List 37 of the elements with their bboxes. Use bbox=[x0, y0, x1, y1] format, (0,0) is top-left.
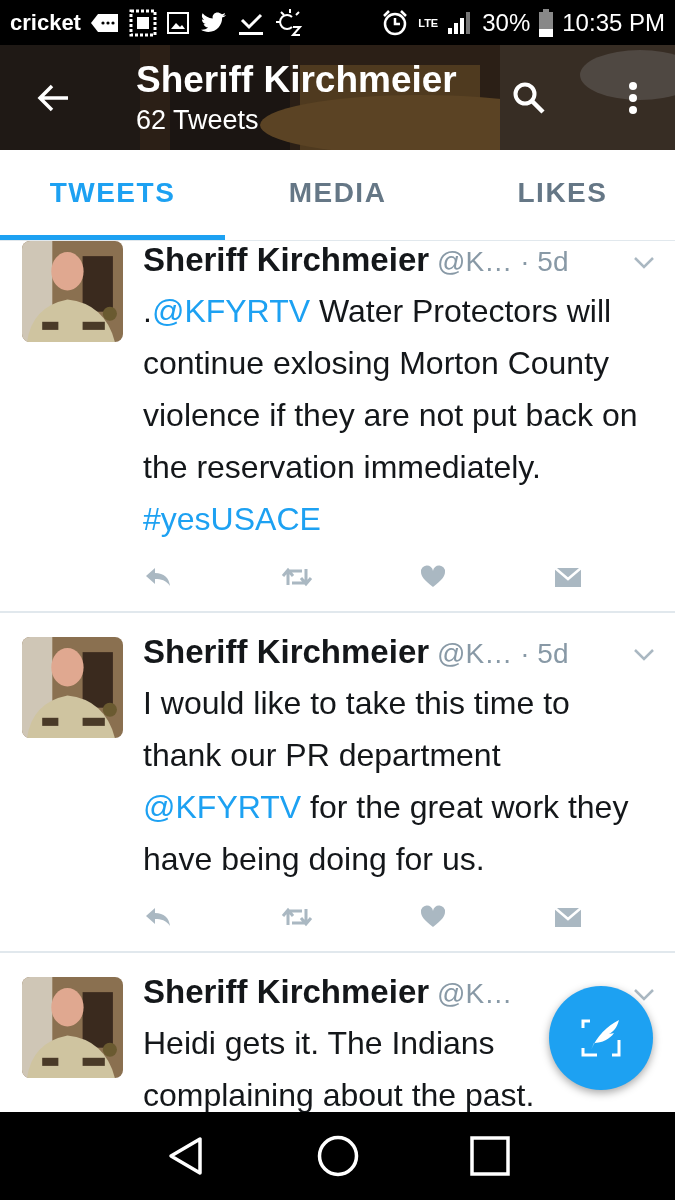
heart-icon[interactable] bbox=[420, 905, 447, 929]
app-icon bbox=[128, 8, 157, 37]
search-icon[interactable] bbox=[512, 80, 546, 115]
home-icon[interactable] bbox=[316, 1135, 359, 1177]
recents-icon[interactable] bbox=[469, 1136, 510, 1176]
author-name: Sheriff Kirchmeier bbox=[143, 973, 430, 1011]
author-handle: @K… bbox=[437, 638, 513, 670]
author-name: Sheriff Kirchmeier bbox=[143, 241, 430, 279]
author-name: Sheriff Kirchmeier bbox=[143, 633, 430, 671]
tweet-link[interactable]: @KFYRTV bbox=[143, 789, 302, 825]
caret-icon[interactable] bbox=[633, 648, 655, 662]
clock: 10:35 PM bbox=[562, 8, 665, 37]
menu-icon[interactable] bbox=[628, 80, 638, 115]
tweet-link[interactable]: #yesUSACE bbox=[143, 501, 321, 537]
author-handle: @K… bbox=[437, 246, 513, 278]
tweet-text: I would like to take this time to thank our PR department @KFYRTV for the great work they have being doing for us. bbox=[143, 684, 630, 879]
retweet-icon[interactable] bbox=[279, 565, 314, 589]
tweet-time: · 5d bbox=[520, 638, 569, 670]
tweet-count: 62 Tweets bbox=[136, 103, 260, 137]
profile-name: Sheriff Kirchmeier bbox=[136, 57, 458, 102]
retweet-icon[interactable] bbox=[279, 905, 314, 929]
heart-icon[interactable] bbox=[420, 565, 447, 589]
network-label: LTE bbox=[418, 16, 439, 29]
caret-icon[interactable] bbox=[633, 256, 655, 270]
caret-icon[interactable] bbox=[633, 988, 655, 1002]
tweet-link[interactable]: @KFYRTV bbox=[151, 293, 311, 329]
carrier-name: cricket bbox=[10, 9, 81, 36]
tweet-text: .@KFYRTV Water Protectors will continue exlosing Morton County violence if they are not put back on the reservation immediately. #yesUSACE bbox=[143, 292, 639, 539]
tweet-time: · 5d bbox=[520, 246, 569, 278]
sleep-icon bbox=[274, 7, 305, 38]
tweet-text: Heidi gets it. The Indians complaining about the past. bbox=[143, 1024, 536, 1112]
compose-button[interactable] bbox=[549, 986, 653, 1090]
author-handle: @K… bbox=[437, 978, 513, 1010]
image-icon bbox=[165, 10, 190, 35]
back-icon[interactable] bbox=[36, 82, 70, 113]
battery-percent: 30% bbox=[482, 8, 531, 37]
battery-icon bbox=[539, 8, 554, 37]
